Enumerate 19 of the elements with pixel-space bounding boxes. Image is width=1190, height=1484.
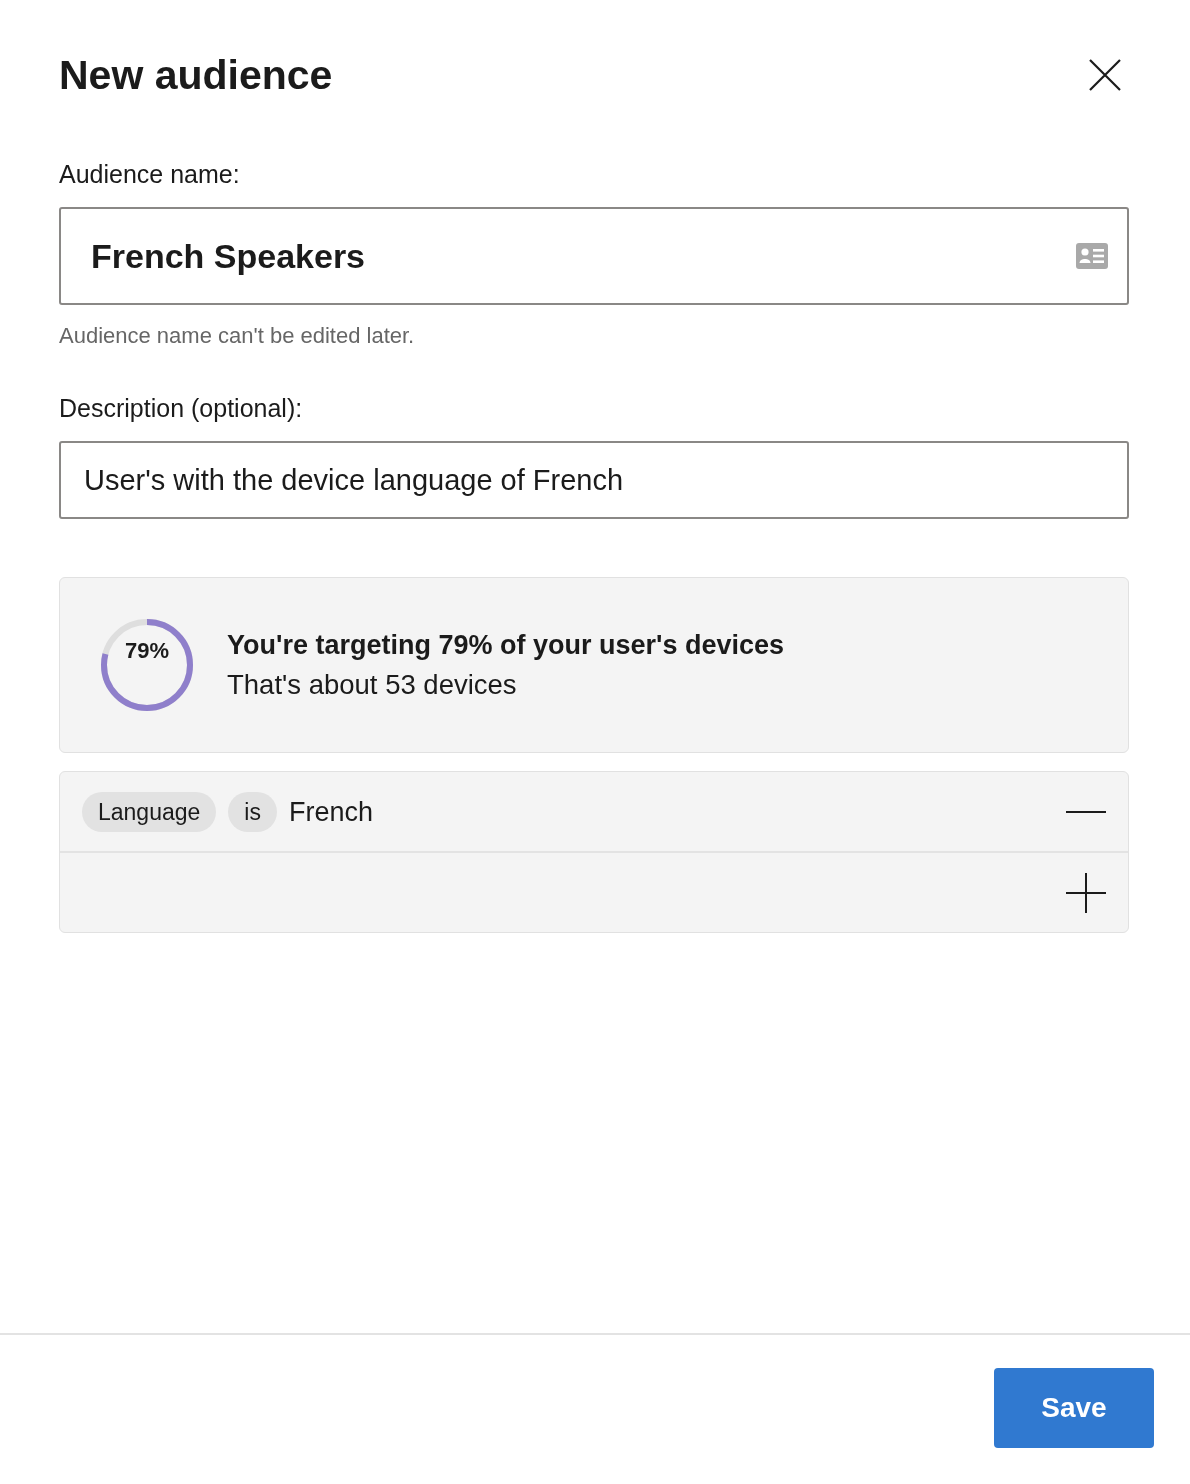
close-icon [1089, 59, 1121, 91]
add-condition-button[interactable] [1066, 872, 1106, 913]
condition-value: French [288, 795, 373, 829]
audience-name-input[interactable]: French Speakers [59, 207, 1129, 305]
close-button[interactable] [1088, 58, 1122, 92]
plus-icon [1066, 872, 1106, 913]
operator-chip: is [228, 791, 277, 832]
reach-detail: That's about 53 devices [227, 668, 517, 702]
field-label: Audience name: [59, 159, 240, 189]
helper-text: Audience name can't be edited later. [59, 323, 415, 349]
attribute-chip: Language [82, 791, 217, 832]
dialog-title: New audience [59, 51, 333, 100]
save-button[interactable]: Save [994, 1367, 1154, 1448]
percent-label: 79% [125, 638, 169, 664]
minus-icon [1066, 810, 1106, 813]
reach-headline: You're targeting 79% of your user's devices [227, 629, 785, 662]
field-label: Description (optional): [59, 393, 303, 423]
contact-card-icon [1076, 243, 1108, 269]
description-input[interactable]: User's with the device language of French [59, 441, 1129, 519]
